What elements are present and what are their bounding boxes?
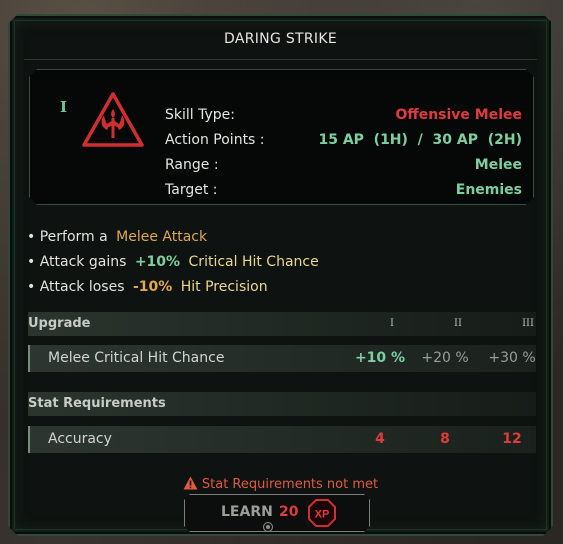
target-value: Enemies (455, 182, 522, 198)
melee-axe-icon (80, 91, 146, 157)
stat-requirements-header: Stat Requirements (28, 392, 536, 416)
action-points-value: 15 AP (1H) / 30 AP (2H) (318, 132, 522, 148)
requirements-warning: Stat Requirements not met (10, 476, 551, 492)
tier-1-label: I (390, 318, 394, 329)
stat-requirement-row: Accuracy 4 8 12 (28, 426, 536, 453)
scroll-indicator[interactable] (263, 522, 273, 532)
target-label: Target : (165, 182, 218, 198)
effect-item: • Attack gains +10% Critical Hit Chance (27, 250, 323, 275)
learn-button[interactable]: LEARN 20 XP (184, 494, 370, 532)
upgrade-row: Melee Critical Hit Chance +10 % +20 % +3… (28, 345, 536, 372)
effect-text: • Attack loses (27, 279, 125, 295)
upgrade-tier-1-value: +10 % (354, 350, 406, 366)
effect-amount: -10% (132, 279, 173, 295)
skill-info-box: I Skill Type: Offensive Melee Action Poi… (29, 69, 534, 205)
requirement-tier-1-value: 4 (375, 431, 385, 447)
effect-text: • Attack gains (27, 254, 127, 270)
effect-text: • Perform a (27, 229, 108, 245)
skill-title: DARING STRIKE (224, 31, 337, 47)
effect-item: • Perform a Melee Attack (27, 225, 323, 250)
effect-term: Melee Attack (116, 229, 208, 245)
upgrade-row-label: Melee Critical Hit Chance (48, 350, 225, 366)
requirement-tier-2-value: 8 (440, 431, 450, 447)
stat-requirement-label: Accuracy (48, 431, 112, 447)
upgrade-tier-3-value: +30 % (488, 350, 536, 366)
stat-requirements-title: Stat Requirements (28, 396, 166, 411)
tier-2-label: II (454, 318, 462, 329)
warning-text: Stat Requirements not met (201, 477, 379, 492)
range-label: Range : (165, 157, 219, 173)
title-divider (24, 59, 537, 60)
skill-tooltip-panel: DARING STRIKE I Skill Type: Offensive Me… (8, 14, 553, 536)
skill-type-value: Offensive Melee (395, 107, 522, 123)
xp-label: XP (315, 509, 330, 521)
upgrade-tier-2-value: +20 % (421, 350, 469, 366)
action-points-label: Action Points : (165, 132, 265, 148)
effect-item: • Attack loses -10% Hit Precision (27, 275, 323, 300)
learn-label: LEARN (221, 504, 273, 520)
effect-amount: +10% (134, 254, 181, 270)
range-value: Melee (474, 157, 522, 173)
tier-3-label: III (522, 318, 534, 329)
skill-rank: I (60, 98, 68, 116)
effect-term: Critical Hit Chance (188, 254, 319, 270)
effects-list: • Perform a Melee Attack • Attack gains … (27, 225, 323, 300)
skill-type-label: Skill Type: (165, 107, 235, 123)
xp-icon: XP (307, 498, 337, 528)
effect-term: Hit Precision (180, 279, 268, 295)
learn-cost: 20 (279, 504, 299, 520)
warning-icon (183, 476, 198, 490)
upgrade-title: Upgrade (28, 316, 91, 331)
upgrade-header: Upgrade I II III (28, 312, 536, 336)
requirement-tier-3-value: 12 (502, 431, 522, 447)
